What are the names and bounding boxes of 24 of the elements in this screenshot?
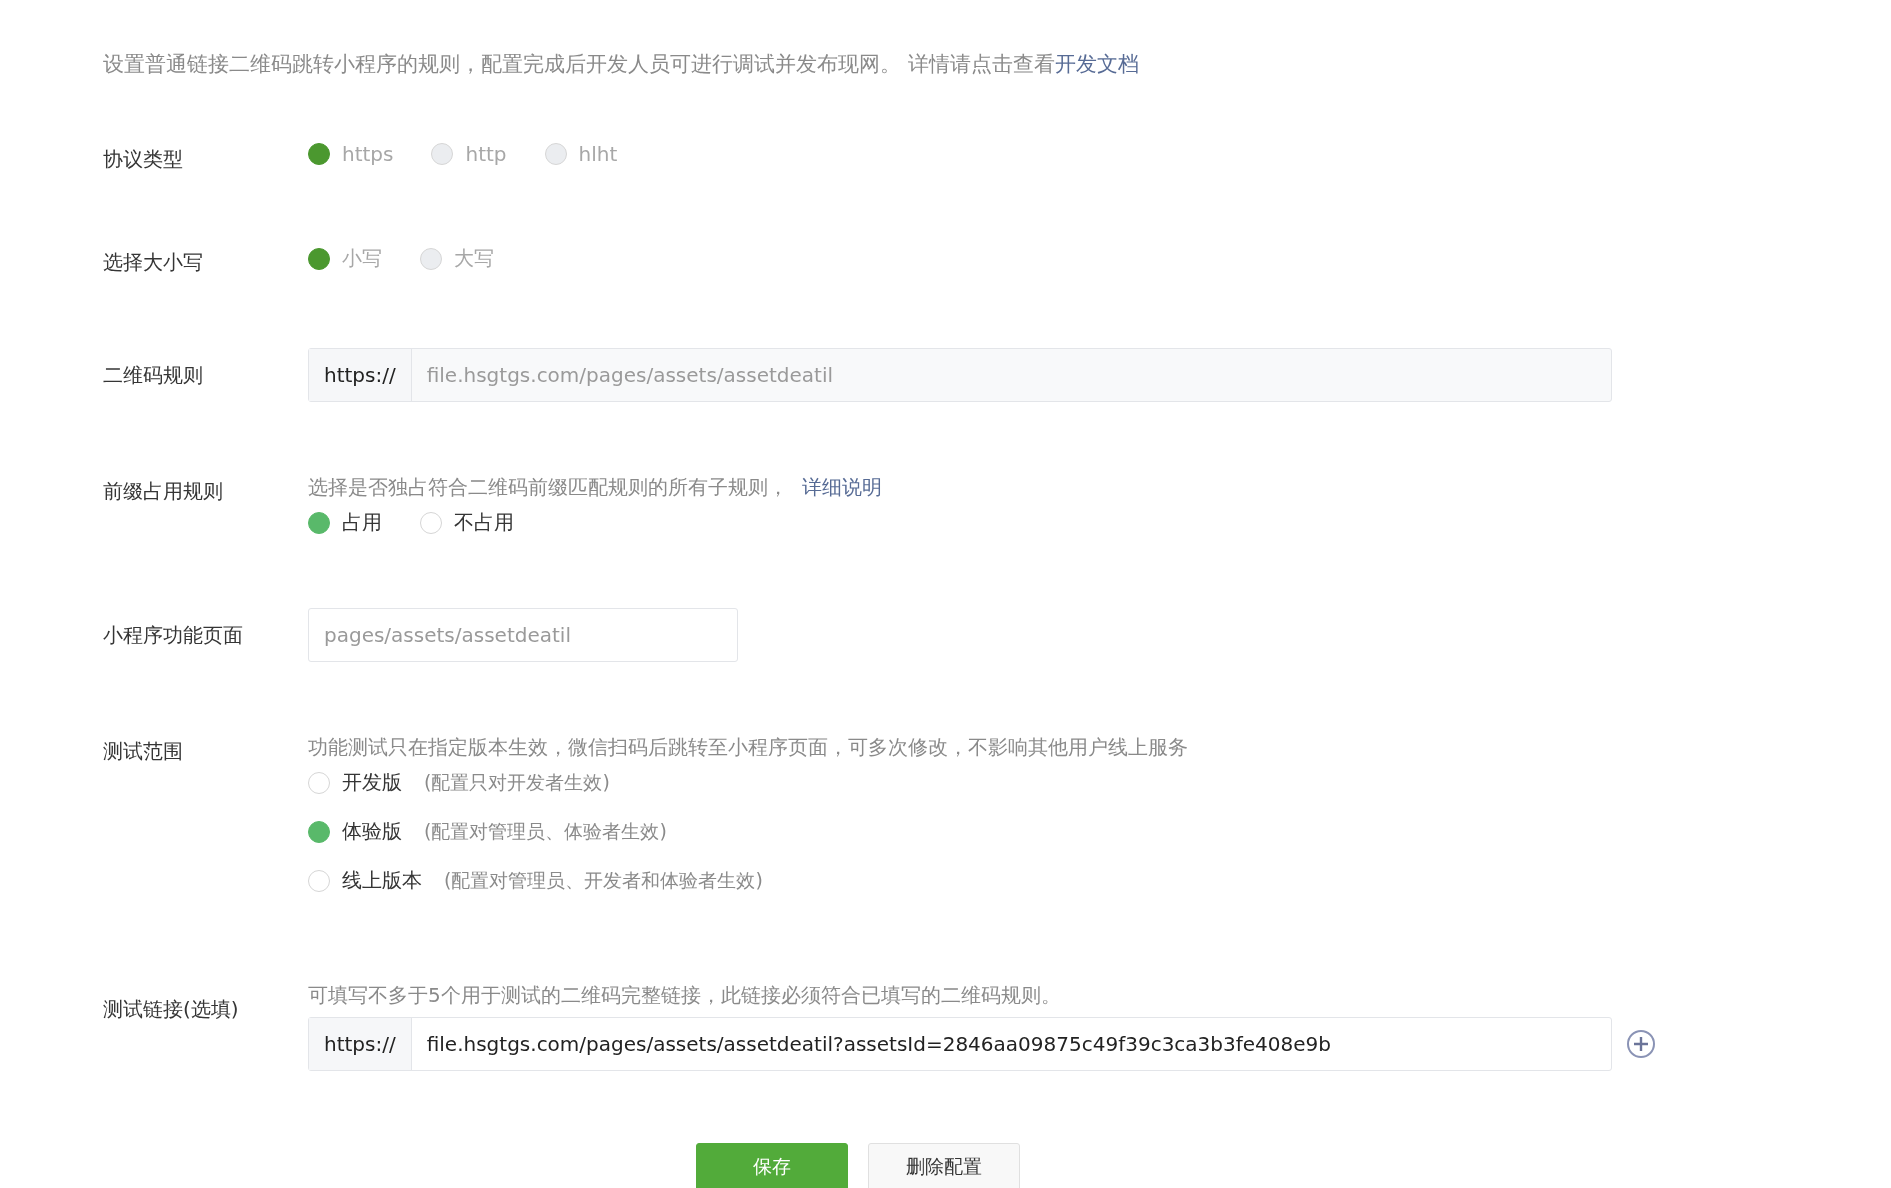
- form-label: 前缀占用规则: [103, 478, 224, 505]
- radio-button[interactable]: [308, 511, 330, 534]
- radio-button[interactable]: [308, 820, 330, 843]
- docs-link[interactable]: 开发文档: [1054, 52, 1139, 76]
- delete-button[interactable]: 删除配置: [868, 1143, 1020, 1188]
- radio-option[interactable]: 线上版本 (配置对管理员、开发者和体验者生效): [308, 867, 1803, 894]
- add-icon[interactable]: [1626, 1029, 1656, 1059]
- form-label: 测试范围: [103, 738, 184, 765]
- form-label: 选择大小写: [103, 249, 204, 276]
- intro-text: 设置普通链接二维码跳转小程序的规则，配置完成后开发人员可进行调试并发布现网。 详情请点击查看开发文档: [103, 51, 1140, 78]
- radio-option[interactable]: 体验版 (配置对管理员、体验者生效): [308, 818, 1803, 845]
- form-label: 测试链接(选填): [103, 996, 240, 1023]
- hint-text: 可填写不多于5个用于测试的二维码完整链接，此链接必须符合已填写的二维码规则。: [308, 982, 1062, 1009]
- hint-text: 选择是否独占符合二维码前缀匹配规则的所有子规则， 详细说明: [308, 474, 883, 501]
- form-label: 小程序功能页面: [103, 622, 244, 649]
- details-link[interactable]: 详细说明: [802, 475, 882, 499]
- form-label: 协议类型: [103, 146, 184, 173]
- radio-option[interactable]: 占用: [308, 509, 382, 536]
- radio-option[interactable]: 不占用: [420, 509, 514, 536]
- form-label: 二维码规则: [103, 362, 204, 389]
- radio-option[interactable]: 开发版 (配置只对开发者生效): [308, 769, 1803, 796]
- hint-text: 功能测试只在指定版本生效，微信扫码后跳转至小程序页面，可多次修改，不影响其他用户线上服务: [308, 734, 1189, 761]
- url-input-field[interactable]: https:// file.hsgtgs.com/pages/assets/assetdeatil?assetsId=2846aa09875c49f39c3ca3b3fe408e9b: [308, 1017, 1612, 1071]
- save-button[interactable]: 保存: [696, 1143, 848, 1188]
